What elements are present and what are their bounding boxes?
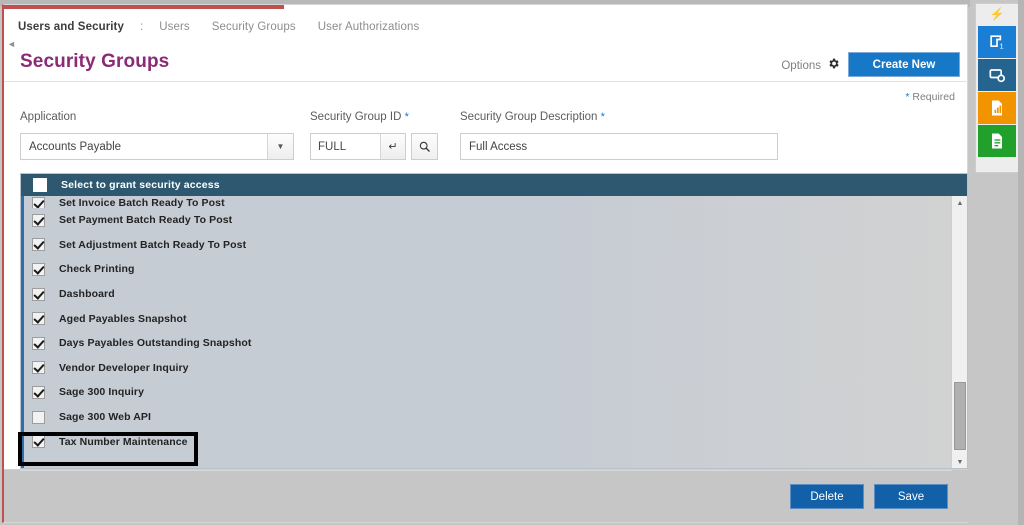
- breadcrumb-link-security-groups[interactable]: Security Groups: [212, 21, 296, 33]
- required-text: Required: [912, 91, 955, 103]
- rail-button-screen-1[interactable]: 1: [978, 26, 1016, 58]
- security-group-description-value: Full Access: [469, 140, 528, 153]
- breadcrumb-separator: :: [140, 21, 144, 33]
- permission-checkbox[interactable]: [32, 213, 45, 227]
- security-group-id-value: FULL: [318, 140, 347, 153]
- svg-text:1: 1: [1000, 42, 1004, 51]
- permissions-grid-body[interactable]: Set Invoice Batch Ready To Post Set Payme…: [21, 196, 967, 468]
- breadcrumb-link-users[interactable]: Users: [159, 21, 190, 33]
- security-group-description-label-text: Security Group Description: [460, 111, 598, 123]
- permission-checkbox[interactable]: [32, 435, 45, 449]
- application-select[interactable]: Accounts Payable ▼: [20, 133, 294, 160]
- required-star: *: [905, 91, 910, 103]
- app-root: Users and Security : Users Security Grou…: [0, 0, 1024, 525]
- application-label-text: Application: [20, 111, 77, 123]
- save-label: Save: [897, 490, 925, 503]
- permission-checkbox[interactable]: [32, 197, 45, 208]
- application-label: Application: [20, 111, 76, 123]
- delete-label: Delete: [810, 490, 844, 503]
- permission-row[interactable]: Aged Payables Snapshot: [21, 306, 967, 331]
- permission-row[interactable]: Set Adjustment Batch Ready To Post: [21, 233, 967, 258]
- options-control[interactable]: Options: [781, 57, 840, 75]
- permission-label: Aged Payables Snapshot: [59, 312, 187, 325]
- search-button[interactable]: [411, 133, 438, 160]
- permission-label: Set Invoice Batch Ready To Post: [59, 197, 225, 208]
- search-icon: [419, 141, 430, 152]
- security-group-description-required-star: *: [600, 111, 605, 123]
- create-new-label: Create New: [872, 58, 936, 71]
- select-all-checkbox[interactable]: [33, 178, 47, 192]
- permission-checkbox[interactable]: [32, 410, 45, 424]
- security-group-id-label-text: Security Group ID: [310, 111, 402, 123]
- permission-row[interactable]: Set Payment Batch Ready To Post: [21, 208, 967, 233]
- permission-label: Days Payables Outstanding Snapshot: [59, 337, 252, 350]
- permission-label: Dashboard: [59, 288, 115, 301]
- delete-button[interactable]: Delete: [790, 484, 864, 509]
- permissions-grid-header-label: Select to grant security access: [61, 179, 220, 191]
- breadcrumb-current: Users and Security: [18, 21, 124, 33]
- permissions-grid-scrollbar[interactable]: ▲ ▼: [951, 196, 967, 468]
- permission-label: Tax Number Maintenance: [59, 435, 188, 448]
- scrollbar-thumb[interactable]: [954, 382, 966, 450]
- screen-settings-icon: [989, 69, 1005, 83]
- chevron-down-icon[interactable]: ▼: [267, 134, 293, 159]
- report-chart-icon: [992, 100, 1002, 116]
- rail-button-report-chart[interactable]: [978, 92, 1016, 124]
- permission-row[interactable]: Tax Number Maintenance: [21, 429, 967, 454]
- permission-checkbox[interactable]: [32, 385, 45, 399]
- page-title: Security Groups: [20, 51, 170, 72]
- breadcrumb-link-user-authorizations[interactable]: User Authorizations: [318, 21, 420, 33]
- footer-divider: [20, 470, 952, 471]
- chevron-down-icon[interactable]: ▼: [952, 455, 967, 468]
- security-group-description-label: Security Group Description *: [460, 111, 605, 123]
- gear-icon[interactable]: [827, 57, 840, 75]
- permission-checkbox[interactable]: [32, 336, 45, 350]
- permission-label: Sage 300 Inquiry: [59, 386, 145, 399]
- breadcrumb: Users and Security : Users Security Grou…: [18, 18, 419, 36]
- document-icon: [992, 133, 1002, 149]
- security-group-description-input[interactable]: Full Access: [460, 133, 778, 160]
- permission-row[interactable]: Sage 300 Web API: [21, 405, 967, 430]
- security-group-id-required-star: *: [404, 111, 409, 123]
- permission-row[interactable]: Set Invoice Batch Ready To Post: [21, 196, 967, 208]
- create-new-button[interactable]: Create New: [848, 52, 960, 77]
- application-value: Accounts Payable: [29, 140, 122, 153]
- save-button[interactable]: Save: [874, 484, 948, 509]
- permission-row[interactable]: Days Payables Outstanding Snapshot: [21, 331, 967, 356]
- page-header: Security Groups Options Create New: [4, 45, 968, 82]
- footer-bar: Delete Save: [4, 469, 968, 522]
- right-rail: ⚡ 1: [970, 0, 1024, 525]
- required-note: * Required: [905, 91, 955, 103]
- permission-label: Vendor Developer Inquiry: [59, 361, 189, 374]
- permission-checkbox[interactable]: [32, 287, 45, 301]
- rail-button-screen-settings[interactable]: [978, 59, 1016, 91]
- permission-row[interactable]: Vendor Developer Inquiry: [21, 356, 967, 381]
- permission-checkbox[interactable]: [32, 312, 45, 326]
- options-label: Options: [781, 60, 821, 72]
- permission-label: Check Printing: [59, 263, 135, 276]
- permission-label: Set Adjustment Batch Ready To Post: [59, 238, 247, 251]
- content-pane: Users and Security : Users Security Grou…: [2, 4, 968, 523]
- page-scrollbar[interactable]: [1018, 0, 1024, 525]
- chevron-up-icon[interactable]: ▲: [952, 196, 967, 210]
- permissions-grid-header: Select to grant security access: [21, 174, 967, 196]
- security-group-id-input[interactable]: FULL ↵: [310, 133, 406, 160]
- permissions-grid: Select to grant security access Set Invo…: [20, 173, 968, 469]
- permission-checkbox[interactable]: [32, 238, 45, 252]
- security-group-id-label: Security Group ID *: [310, 111, 409, 123]
- screen-1-icon: 1: [990, 35, 1004, 51]
- form-area: Application Accounts Payable ▼ Security …: [4, 111, 968, 165]
- lightning-bolt-icon[interactable]: ⚡: [975, 3, 1019, 24]
- enter-key-icon[interactable]: ↵: [380, 134, 405, 159]
- rail-button-document[interactable]: [978, 125, 1016, 157]
- permission-row[interactable]: Dashboard: [21, 282, 967, 307]
- security-group-id-control: FULL ↵: [310, 133, 438, 160]
- permission-row[interactable]: Check Printing: [21, 257, 967, 282]
- permission-label: Set Payment Batch Ready To Post: [59, 214, 233, 227]
- permission-checkbox[interactable]: [32, 361, 45, 375]
- top-accent-bar: [4, 5, 284, 9]
- permission-checkbox[interactable]: [32, 262, 45, 276]
- permission-row[interactable]: Sage 300 Inquiry: [21, 380, 967, 405]
- permission-label: Sage 300 Web API: [59, 411, 152, 424]
